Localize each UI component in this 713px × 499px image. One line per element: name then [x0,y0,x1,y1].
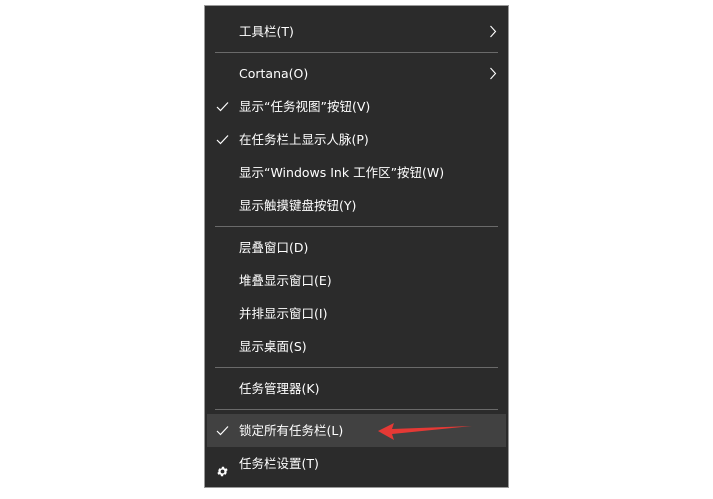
menu-item-label: 并排显示窗口(I) [239,306,328,321]
menu-item-1-3[interactable]: 显示“Windows Ink 工作区”按钮(W) [207,156,506,189]
menu-separator [215,52,498,53]
menu-item-1-4[interactable]: 显示触摸键盘按钮(Y) [207,189,506,222]
red-arrow-icon [378,423,472,440]
menu-item-1-1[interactable]: 显示“任务视图”按钮(V) [207,90,506,123]
menu-item-2-0[interactable]: 层叠窗口(D) [207,231,506,264]
menu-item-label: 显示触摸键盘按钮(Y) [239,198,357,213]
menu-item-label: 显示“Windows Ink 工作区”按钮(W) [239,165,445,180]
menu-item-1-0[interactable]: Cortana(O) [207,57,506,90]
menu-item-label: 层叠窗口(D) [239,240,309,255]
chevron-right-icon [490,67,497,80]
menu-item-1-2[interactable]: 在任务栏上显示人脉(P) [207,123,506,156]
menu-item-label: 任务栏设置(T) [239,456,319,471]
screenshot-stage: 工具栏(T) Cortana(O) 显示“任务视图”按钮(V) 在任务栏上显示人脉(P… [0,0,713,499]
menu-separator [215,409,498,410]
menu-item-label: 显示桌面(S) [239,339,307,354]
menu-item-2-1[interactable]: 堆叠显示窗口(E) [207,264,506,297]
menu-item-2-2[interactable]: 并排显示窗口(I) [207,297,506,330]
menu-item-0-0[interactable]: 工具栏(T) [207,15,506,48]
menu-separator [215,226,498,227]
checkmark-icon [216,102,229,112]
menu-item-4-1[interactable]: 任务栏设置(T) [207,447,506,480]
checkmark-icon [216,426,229,436]
checkmark-icon [216,135,229,145]
menu-item-label: Cortana(O) [239,66,309,81]
menu-item-2-3[interactable]: 显示桌面(S) [207,330,506,363]
menu-item-label: 堆叠显示窗口(E) [239,273,332,288]
menu-item-label: 任务管理器(K) [239,381,320,396]
menu-item-label: 锁定所有任务栏(L) [239,423,344,438]
taskbar-context-menu: 工具栏(T) Cortana(O) 显示“任务视图”按钮(V) 在任务栏上显示人脉(P… [204,5,509,488]
menu-item-3-0[interactable]: 任务管理器(K) [207,372,506,405]
menu-item-label: 显示“任务视图”按钮(V) [239,99,371,114]
chevron-right-icon [490,25,497,38]
menu-item-label: 工具栏(T) [239,24,294,39]
menu-item-label: 在任务栏上显示人脉(P) [239,132,369,147]
gear-icon [216,457,229,477]
menu-separator [215,367,498,368]
